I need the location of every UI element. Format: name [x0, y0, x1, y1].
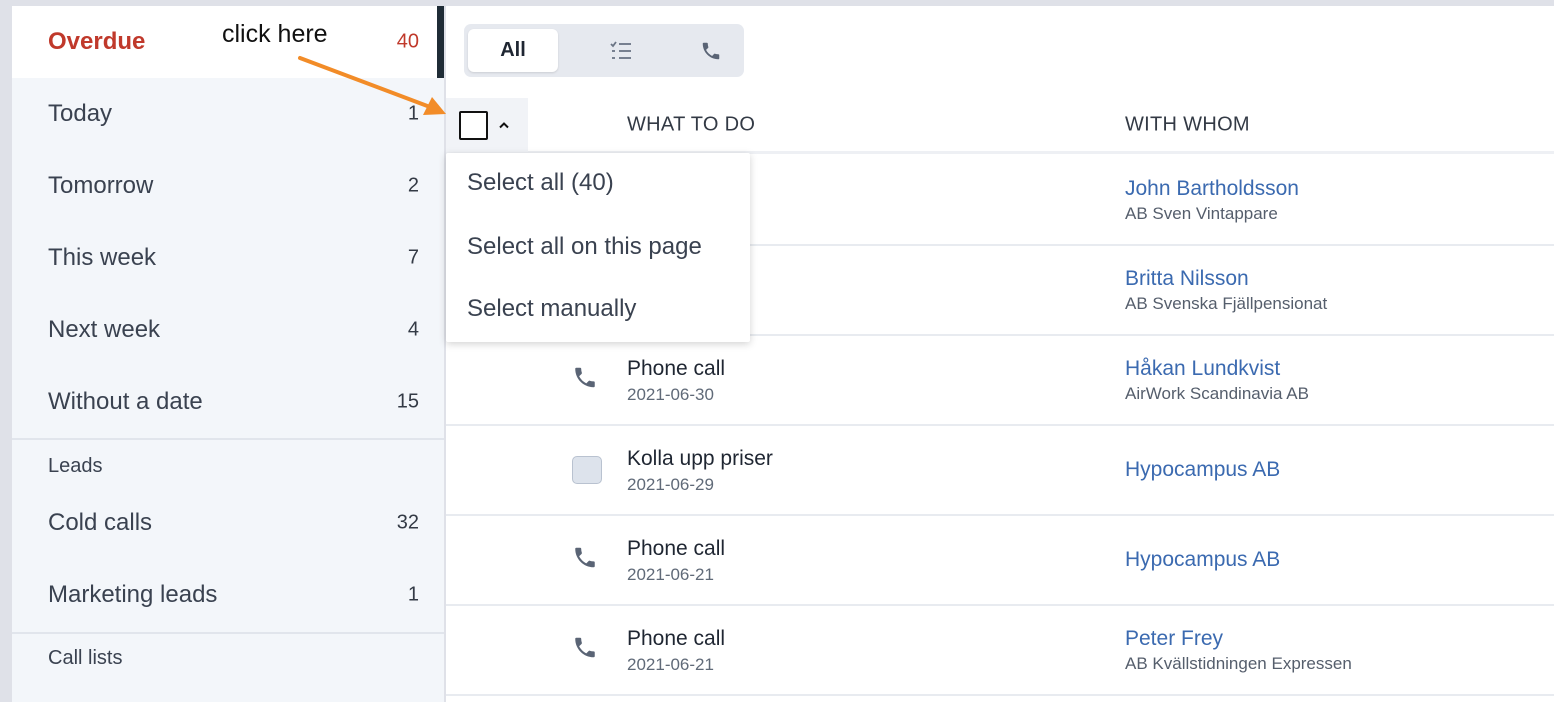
annotation-arrow-icon: [298, 56, 446, 115]
